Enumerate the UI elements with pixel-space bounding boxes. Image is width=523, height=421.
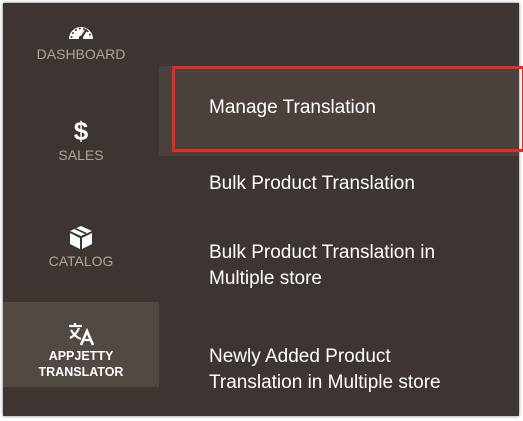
translate-icon bbox=[69, 323, 95, 346]
dollar-icon: $ bbox=[73, 116, 89, 146]
sidebar-item-label: CATALOG bbox=[48, 253, 114, 269]
sidebar-item-dashboard[interactable]: DASHBOARD bbox=[3, 3, 159, 98]
sidebar-item-label: DASHBOARD bbox=[36, 46, 126, 62]
menu-item-label: Bulk Product Translation bbox=[209, 173, 415, 194]
menu-item-label-line1: Bulk Product Translation in bbox=[209, 242, 436, 263]
sidebar-item-appjetty-translator[interactable]: APPJETTY TRANSLATOR bbox=[3, 302, 159, 387]
menu-item-manage-translation[interactable]: Manage Translation bbox=[159, 66, 519, 156]
menu-item-bulk-product-translation[interactable]: Bulk Product Translation bbox=[159, 171, 519, 197]
admin-menu-panel: DASHBOARD $ SALES CATALOG APPJETTY TRANS… bbox=[3, 3, 519, 416]
translator-submenu: Manage Translation Bulk Product Translat… bbox=[159, 3, 519, 416]
menu-item-label-line2: Multiple store bbox=[209, 268, 322, 289]
sidebar-item-catalog[interactable]: CATALOG bbox=[3, 204, 159, 302]
sidebar-item-label-line1: APPJETTY bbox=[48, 349, 114, 363]
menu-item-bulk-product-translation-multiple-store[interactable]: Bulk Product Translation in Multiple sto… bbox=[159, 240, 519, 292]
sidebar-item-label: SALES bbox=[58, 147, 104, 163]
menu-item-newly-added-product-translation[interactable]: Newly Added Product Translation in Multi… bbox=[159, 344, 519, 396]
menu-item-label-line2: Translation in Multiple store bbox=[209, 372, 441, 393]
box-icon bbox=[70, 226, 92, 249]
speedometer-icon bbox=[69, 27, 93, 41]
admin-sidebar: DASHBOARD $ SALES CATALOG APPJETTY TRANS… bbox=[3, 3, 159, 416]
menu-item-label: Manage Translation bbox=[209, 97, 376, 118]
menu-item-label-line1: Newly Added Product bbox=[209, 346, 391, 367]
sidebar-item-sales[interactable]: $ SALES bbox=[3, 98, 159, 204]
sidebar-item-label-line2: TRANSLATOR bbox=[38, 365, 124, 379]
